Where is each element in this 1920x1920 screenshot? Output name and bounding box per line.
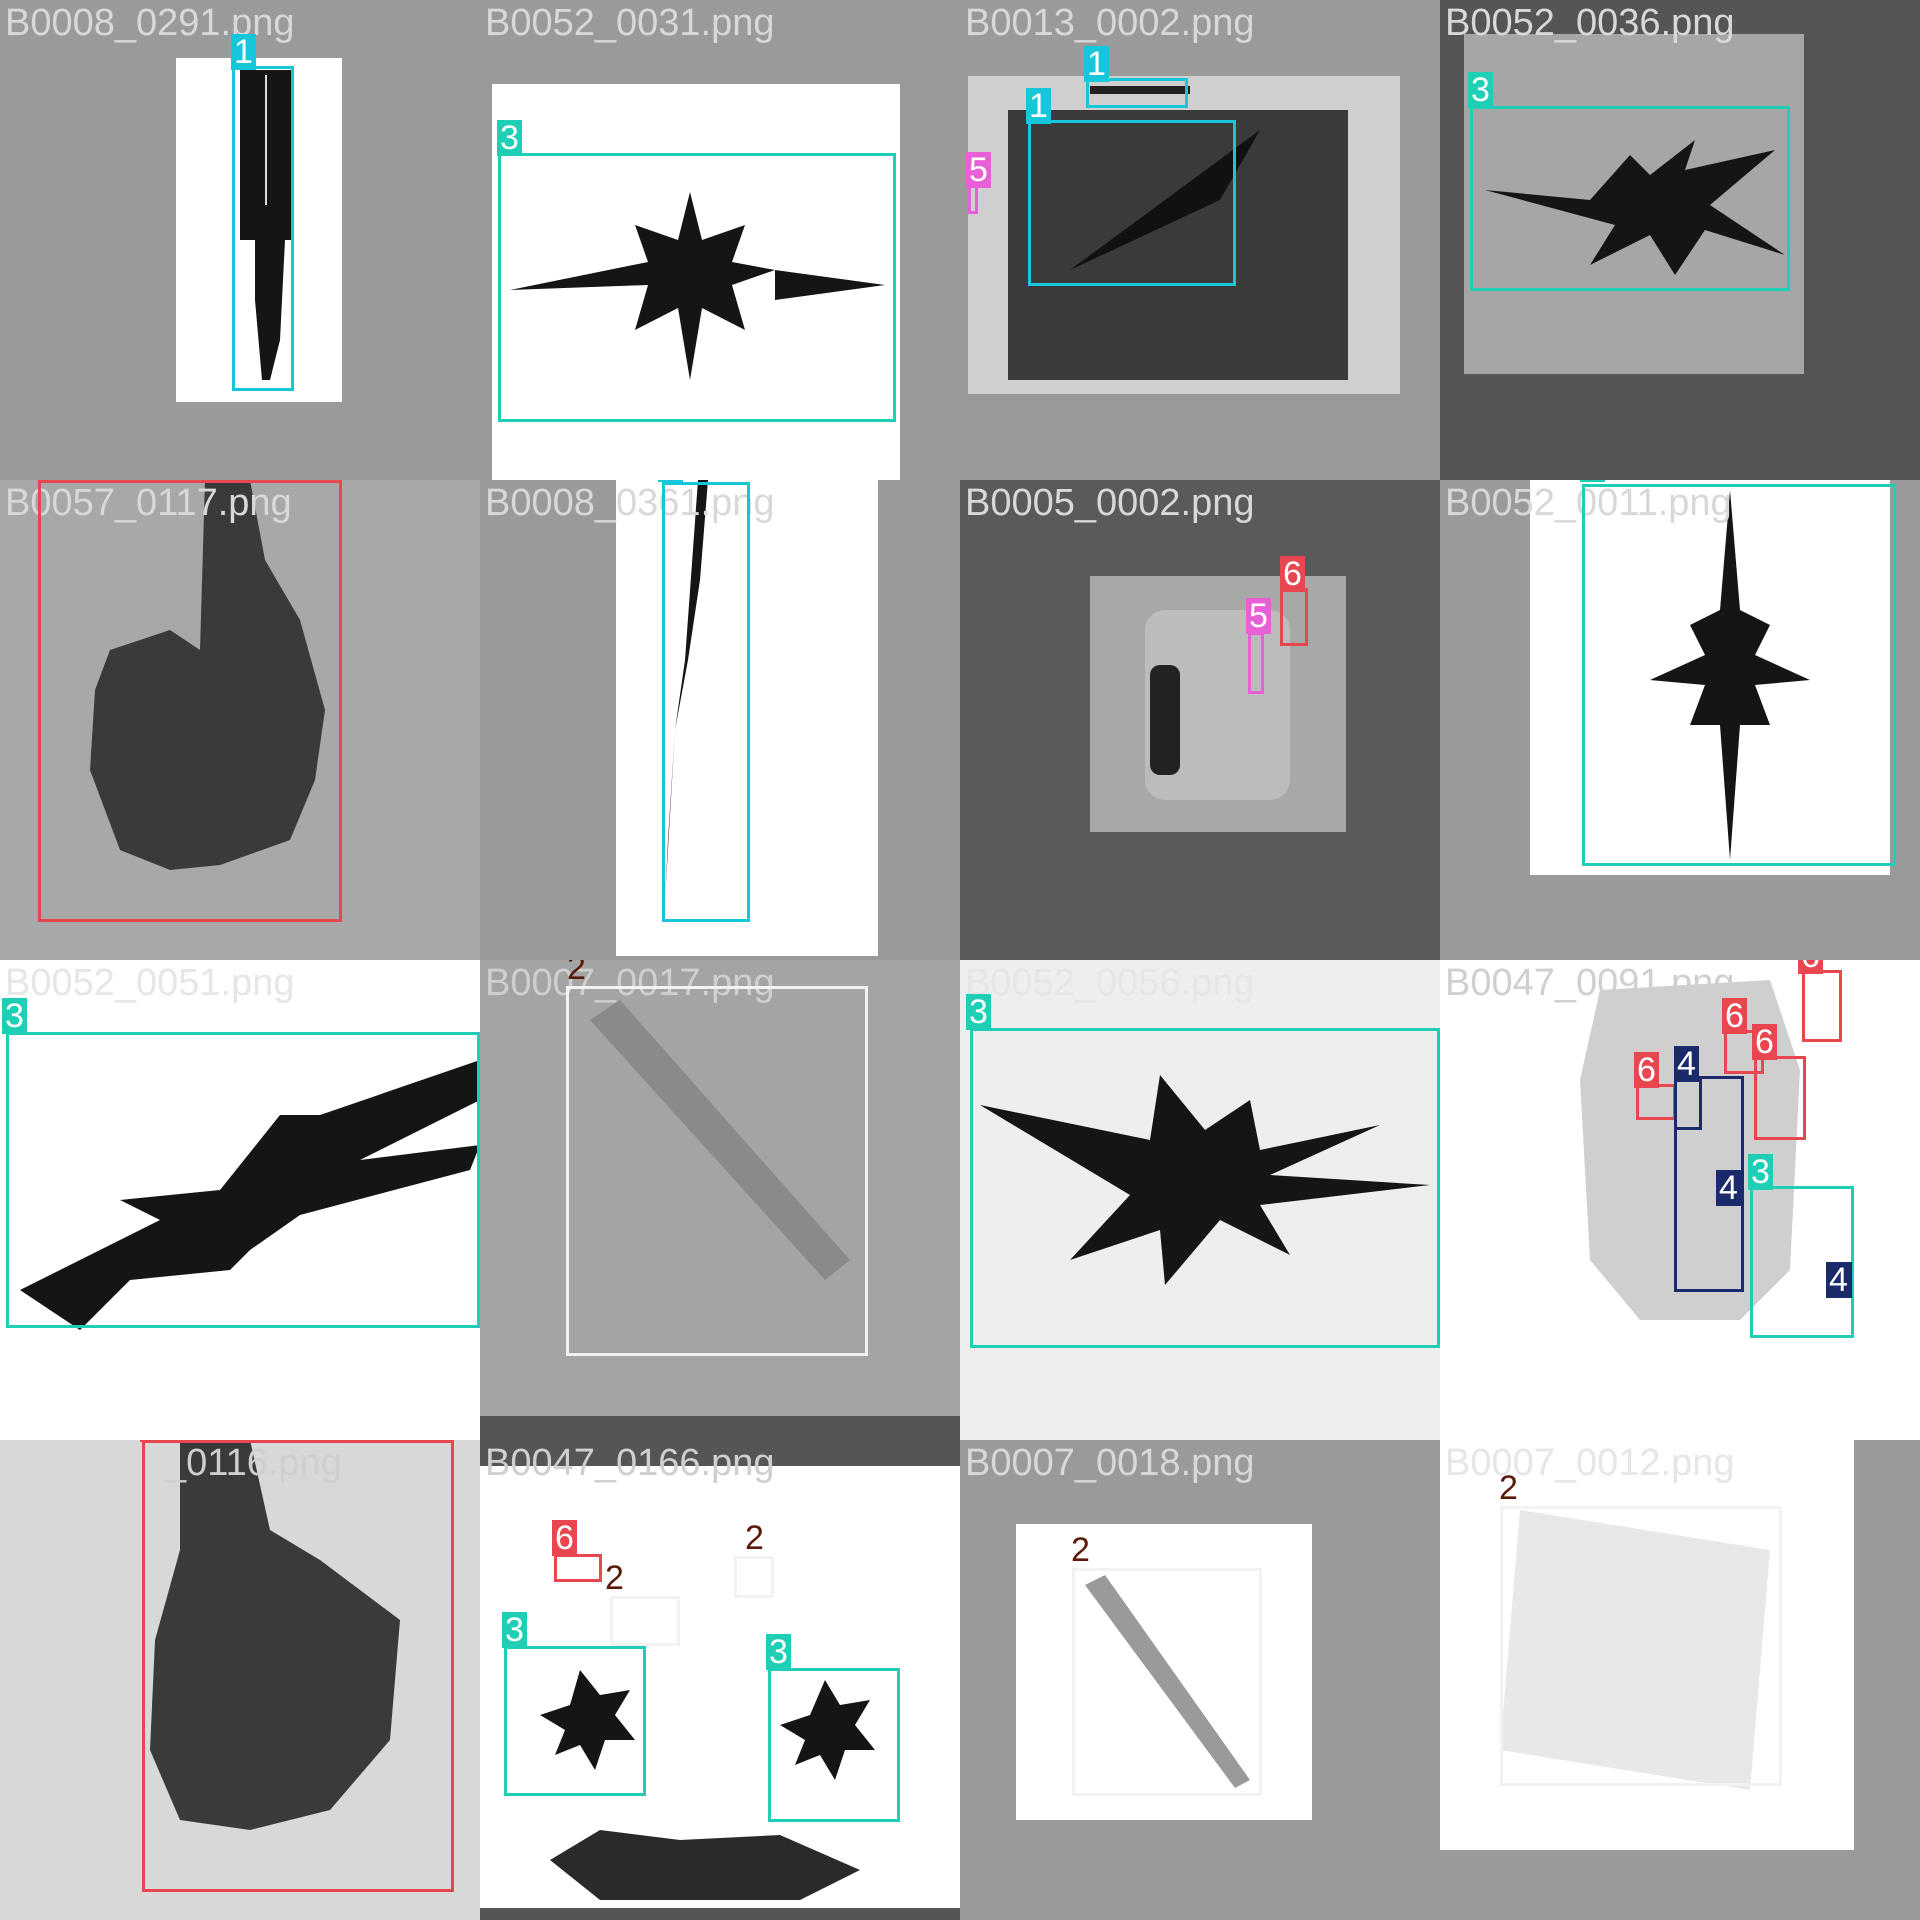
class-label-3: 3	[1748, 1154, 1773, 1190]
bbox-6	[1636, 1084, 1676, 1120]
tile-8: B0052_0011.png 3	[1440, 480, 1920, 960]
class-label-1: 1	[1084, 46, 1109, 82]
tile-3: B0013_0002.png 1 1 5	[960, 0, 1440, 480]
class-label-4: 4	[1716, 1170, 1741, 1206]
class-label-6: 6	[1634, 1052, 1659, 1088]
class-label-3: 3	[1580, 480, 1605, 482]
class-label-2: 2	[1499, 1469, 1518, 1507]
class-label-6: 6	[552, 1520, 577, 1556]
class-label-3: 3	[2, 998, 27, 1034]
class-label-1: 1	[1026, 88, 1051, 124]
class-label-6: 6	[1752, 1024, 1777, 1060]
class-label-3: 3	[766, 1634, 791, 1670]
tile-16: B0007_0012.png 2	[1440, 1440, 1920, 1920]
bbox-3	[504, 1646, 646, 1796]
bbox-6	[38, 480, 342, 922]
filename-label: B0013_0002.png	[965, 2, 1255, 44]
filename-label: B0007_0012.png	[1445, 1442, 1735, 1484]
xray-image	[1090, 576, 1346, 832]
class-label-3: 3	[502, 1612, 527, 1648]
tile-14: B0047_0166.png 6 2 2 3 3	[480, 1440, 960, 1920]
tile-7: B0005_0002.png 6 5	[960, 480, 1440, 960]
bbox-3	[1582, 484, 1896, 866]
class-label-2: 2	[605, 1559, 624, 1597]
class-label-2: 2	[1071, 1531, 1090, 1569]
class-label-2: 2	[745, 1519, 764, 1557]
filename-label: B0007_0018.png	[965, 1442, 1255, 1484]
filename-label: B0047_0166.png	[485, 1442, 775, 1484]
tile-11: B0052_0056.png 3	[960, 960, 1440, 1440]
class-label-1: 1	[658, 480, 683, 482]
tile-10: B0007_0017.png 2	[480, 960, 960, 1440]
class-label-4: 4	[1674, 1046, 1699, 1082]
filename-label: B0047_0091.png	[1445, 962, 1735, 1004]
class-label-3: 3	[966, 994, 991, 1030]
class-label-1: 1	[231, 34, 256, 70]
bbox-5	[1248, 632, 1264, 694]
bbox-2	[734, 1556, 774, 1598]
filename-label: B0052_0051.png	[5, 962, 295, 1004]
bbox-1	[1028, 120, 1236, 286]
tile-5: B0057_0117.png 6	[0, 480, 480, 960]
class-label-6: 6	[140, 1440, 165, 1442]
bbox-3	[768, 1668, 900, 1822]
class-label-2: 2	[567, 960, 586, 987]
bbox-6	[1754, 1056, 1806, 1140]
bbox-6	[1802, 970, 1842, 1042]
class-label-6: 6	[1280, 556, 1305, 592]
filename-label: B0052_0056.png	[965, 962, 1255, 1004]
bbox-2	[1500, 1506, 1782, 1786]
class-label-5: 5	[1246, 598, 1271, 634]
bbox-2	[1072, 1568, 1262, 1796]
tile-15: B0007_0018.png 2	[960, 1440, 1440, 1920]
class-label-4: 4	[1826, 1262, 1851, 1298]
bbox-1	[232, 66, 294, 391]
class-label-5: 5	[966, 152, 991, 188]
class-label-6: 6	[1798, 960, 1823, 974]
class-label-3: 3	[497, 120, 522, 156]
tile-13: _0116.png 6	[0, 1440, 480, 1920]
bbox-2	[566, 986, 868, 1356]
class-label-3: 3	[1468, 72, 1493, 108]
bbox-3	[6, 1032, 480, 1328]
tile-2: B0052_0031.png 3	[480, 0, 960, 480]
filename-label: B0052_0036.png	[1445, 2, 1735, 44]
filename-label: B0005_0002.png	[965, 482, 1255, 524]
tile-12: B0047_0091.png 6 6 6 6 4 4 3 4	[1440, 960, 1920, 1440]
tile-1: B0008_0291.png 1	[0, 0, 480, 480]
bbox-6	[554, 1554, 602, 1582]
bbox-6	[142, 1440, 454, 1892]
class-label-6: 6	[1722, 998, 1747, 1034]
bbox-2	[610, 1596, 680, 1646]
filename-label: B0052_0031.png	[485, 2, 775, 44]
bbox-3	[498, 153, 896, 422]
bbox-6	[1280, 588, 1308, 646]
tile-6: B0008_0361.png 1	[480, 480, 960, 960]
bbox-3	[970, 1028, 1440, 1348]
tile-4: B0052_0036.png 3	[1440, 0, 1920, 480]
tile-9: B0052_0051.png 3	[0, 960, 480, 1440]
detection-mosaic: B0008_0291.png 1 B0052_0031.png 3 B0013_…	[0, 0, 1920, 1920]
bbox-1	[662, 482, 750, 922]
bbox-3	[1470, 106, 1790, 291]
